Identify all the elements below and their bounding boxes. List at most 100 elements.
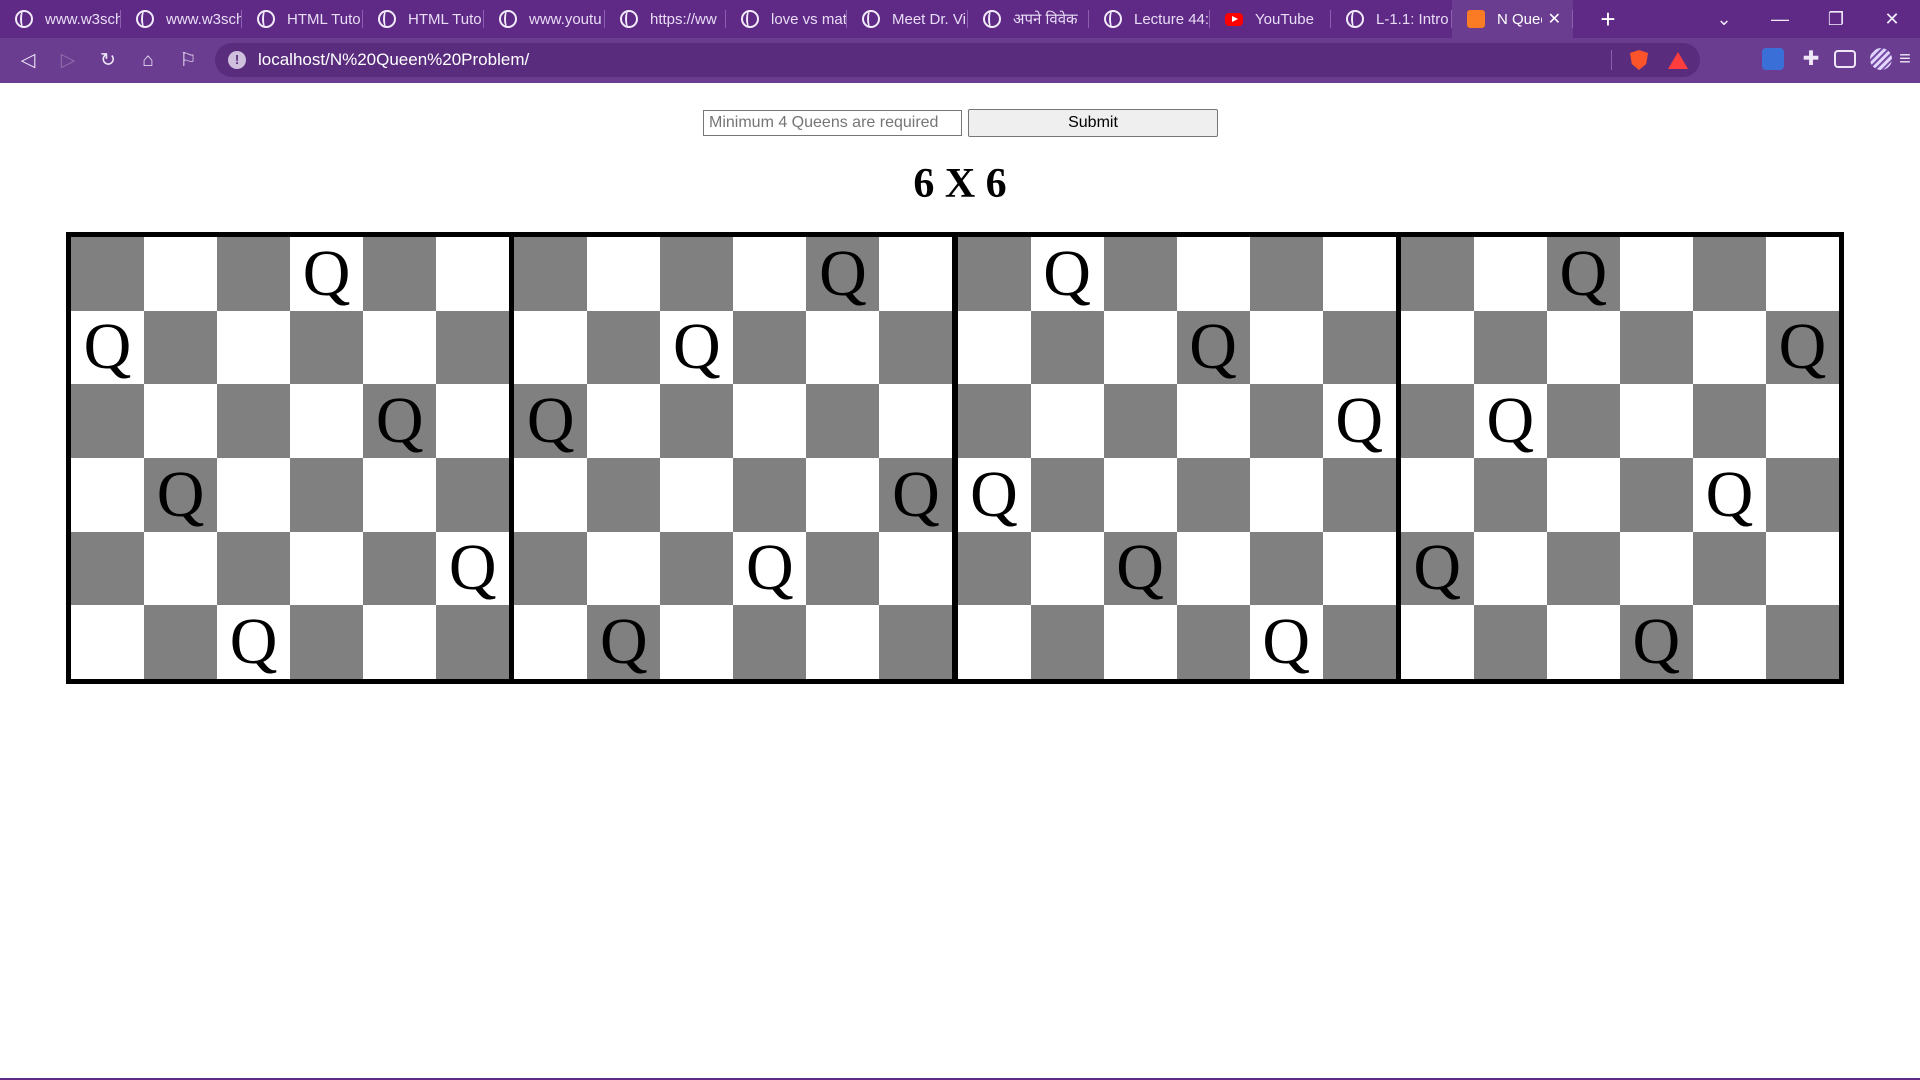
address-bar[interactable]: ! localhost/N%20Queen%20Problem/ <box>215 43 1700 77</box>
globe-icon <box>499 10 517 28</box>
tab-label: https://ww <box>650 10 717 28</box>
board-cell <box>71 457 145 532</box>
board-cell <box>733 605 807 679</box>
translate-extension-icon[interactable] <box>1762 48 1784 70</box>
submit-button[interactable]: Submit <box>968 109 1218 137</box>
browser-tab[interactable]: www.w3sch <box>121 0 242 38</box>
board-cell <box>1546 531 1620 606</box>
home-icon[interactable]: ⌂ <box>128 50 168 72</box>
extensions-puzzle-icon[interactable]: ✚ <box>1800 48 1822 70</box>
queen-cell: Q <box>290 237 364 311</box>
board-cell <box>1103 605 1177 679</box>
board-cell <box>1030 384 1104 458</box>
back-icon[interactable]: ◁ <box>8 49 48 72</box>
board-cell <box>144 237 218 311</box>
tab-close-icon[interactable]: ✕ <box>1548 9 1561 29</box>
url-text[interactable]: localhost/N%20Queen%20Problem/ <box>258 50 529 70</box>
profile-avatar[interactable] <box>1870 48 1892 70</box>
board-cell <box>957 531 1031 606</box>
board-cell <box>1619 457 1693 532</box>
board-cell <box>587 457 661 532</box>
board-cell <box>733 237 807 311</box>
board-cell <box>290 384 364 458</box>
queen-count-input[interactable] <box>703 110 962 136</box>
board-cell <box>290 531 364 606</box>
menu-icon[interactable]: ≡ <box>1894 48 1916 70</box>
bookmark-icon[interactable]: ⚐ <box>168 49 208 72</box>
board-cell <box>71 384 145 458</box>
board-cell <box>1473 605 1547 679</box>
browser-tab[interactable]: HTML Tuto <box>363 0 484 38</box>
browser-tab[interactable]: love vs mat <box>726 0 847 38</box>
board-cell <box>1546 457 1620 532</box>
board-cell <box>1473 310 1547 385</box>
solution-board: QQQQQQ <box>71 237 510 679</box>
queen-cell: Q <box>1322 384 1396 458</box>
board-cell <box>144 605 218 679</box>
queen-cell: Q <box>1400 531 1474 606</box>
wallet-icon[interactable] <box>1834 50 1856 68</box>
board-cell <box>1176 605 1250 679</box>
browser-tab[interactable]: HTML Tuto <box>242 0 363 38</box>
minimize-icon[interactable]: — <box>1752 9 1808 30</box>
reload-icon[interactable]: ↻ <box>88 49 128 72</box>
board-cell <box>1400 310 1474 385</box>
board-cell <box>363 310 437 385</box>
browser-tab[interactable]: www.youtu <box>484 0 605 38</box>
tab-search-icon[interactable]: ⌄ <box>1696 9 1752 30</box>
browser-tab[interactable]: N Quee ✕ <box>1452 0 1573 38</box>
board-cell <box>806 384 880 458</box>
brave-shields-icon[interactable] <box>1630 50 1648 70</box>
browser-tab[interactable]: Lecture 44: <box>1089 0 1210 38</box>
forward-icon[interactable]: ▷ <box>48 49 88 72</box>
board-cell <box>733 310 807 385</box>
board-cell <box>1322 605 1396 679</box>
board-cell <box>1030 457 1104 532</box>
browser-tab[interactable]: YouTube <box>1210 0 1331 38</box>
board-cell <box>71 237 145 311</box>
browser-tab[interactable]: अपने विवेक <box>968 0 1089 38</box>
new-tab-button[interactable]: + <box>1591 4 1625 35</box>
close-window-icon[interactable]: ✕ <box>1864 9 1920 30</box>
board-cell <box>363 531 437 606</box>
board-cell <box>514 531 588 606</box>
board-cell <box>290 310 364 385</box>
tab-label: www.youtu <box>529 10 602 28</box>
board-cell <box>733 457 807 532</box>
solutions-container: QQQQQQQQQQQQQQQQQQQQQQQQ <box>66 232 1844 684</box>
board-cell <box>587 384 661 458</box>
board-cell <box>1473 457 1547 532</box>
queen-cell: Q <box>1030 237 1104 311</box>
board-cell <box>217 457 291 532</box>
tab-label: HTML Tuto <box>287 10 361 28</box>
browser-tab[interactable]: www.w3sch <box>0 0 121 38</box>
board-cell <box>1176 237 1250 311</box>
browser-tab[interactable]: Meet Dr. Vi <box>847 0 968 38</box>
board-cell <box>1249 384 1323 458</box>
globe-icon <box>1346 10 1364 28</box>
board-cell <box>436 457 510 532</box>
board-cell <box>71 605 145 679</box>
queen-cell: Q <box>1546 237 1620 311</box>
board-cell <box>217 310 291 385</box>
site-info-icon[interactable]: ! <box>228 51 246 69</box>
board-cell <box>1473 531 1547 606</box>
browser-tab[interactable]: L-1.1: Intro <box>1331 0 1452 38</box>
browser-tab[interactable]: https://ww <box>605 0 726 38</box>
board-cell <box>1692 384 1766 458</box>
board-cell <box>1400 237 1474 311</box>
restore-icon[interactable]: ❐ <box>1808 9 1864 30</box>
board-cell <box>1546 384 1620 458</box>
board-size-heading: 6 X 6 <box>913 161 1007 207</box>
address-bar-divider <box>1611 50 1612 70</box>
queen-cell: Q <box>363 384 437 458</box>
board-cell <box>1103 384 1177 458</box>
board-cell <box>879 310 953 385</box>
board-cell <box>1765 384 1839 458</box>
board-cell <box>144 310 218 385</box>
board-cell <box>806 531 880 606</box>
board-cell <box>1322 310 1396 385</box>
brave-rewards-icon[interactable] <box>1668 52 1688 69</box>
board-cell <box>879 605 953 679</box>
tab-label: www.w3sch <box>166 10 242 28</box>
